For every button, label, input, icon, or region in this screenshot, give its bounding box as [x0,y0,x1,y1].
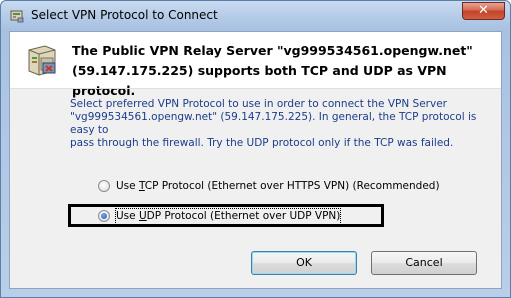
window-title: Select VPN Protocol to Connect [31,8,218,22]
description-line-1: Select preferred VPN Protocol to use in … [70,98,447,110]
header-line-2: (59.147.175.225) supports both TCP and U… [72,63,447,98]
header-separator [10,88,501,89]
close-button[interactable]: ✕ [462,2,505,20]
ok-button[interactable]: OK [251,251,357,275]
header-line-1: The Public VPN Relay Server "vg999534561… [72,43,473,58]
title-bar[interactable]: Select VPN Protocol to Connect ✕ [1,1,510,31]
description-text: Select preferred VPN Protocol to use in … [70,98,490,150]
dialog-body: The Public VPN Relay Server "vg999534561… [9,31,502,289]
description-line-2: "vg999534561.opengw.net" (59.147.175.225… [70,111,477,136]
udp-option-label[interactable]: Use UDP Protocol (Ethernet over UDP VPN) [114,208,342,225]
header-banner: The Public VPN Relay Server "vg999534561… [10,32,501,98]
header-message: The Public VPN Relay Server "vg999534561… [72,41,492,101]
server-icon [24,42,60,78]
description-line-3: pass through the firewall. Try the UDP p… [70,137,454,149]
network-adapter-icon [9,8,25,24]
tcp-radio-button[interactable] [98,180,110,192]
tcp-option-label[interactable]: Use TCP Protocol (Ethernet over HTTPS VP… [116,179,440,194]
dialog-window: Select VPN Protocol to Connect ✕ The Pub… [0,0,511,298]
close-icon: ✕ [478,3,489,18]
cancel-button[interactable]: Cancel [371,251,477,275]
udp-radio-button[interactable] [98,210,110,222]
radio-selected-dot [101,213,107,219]
